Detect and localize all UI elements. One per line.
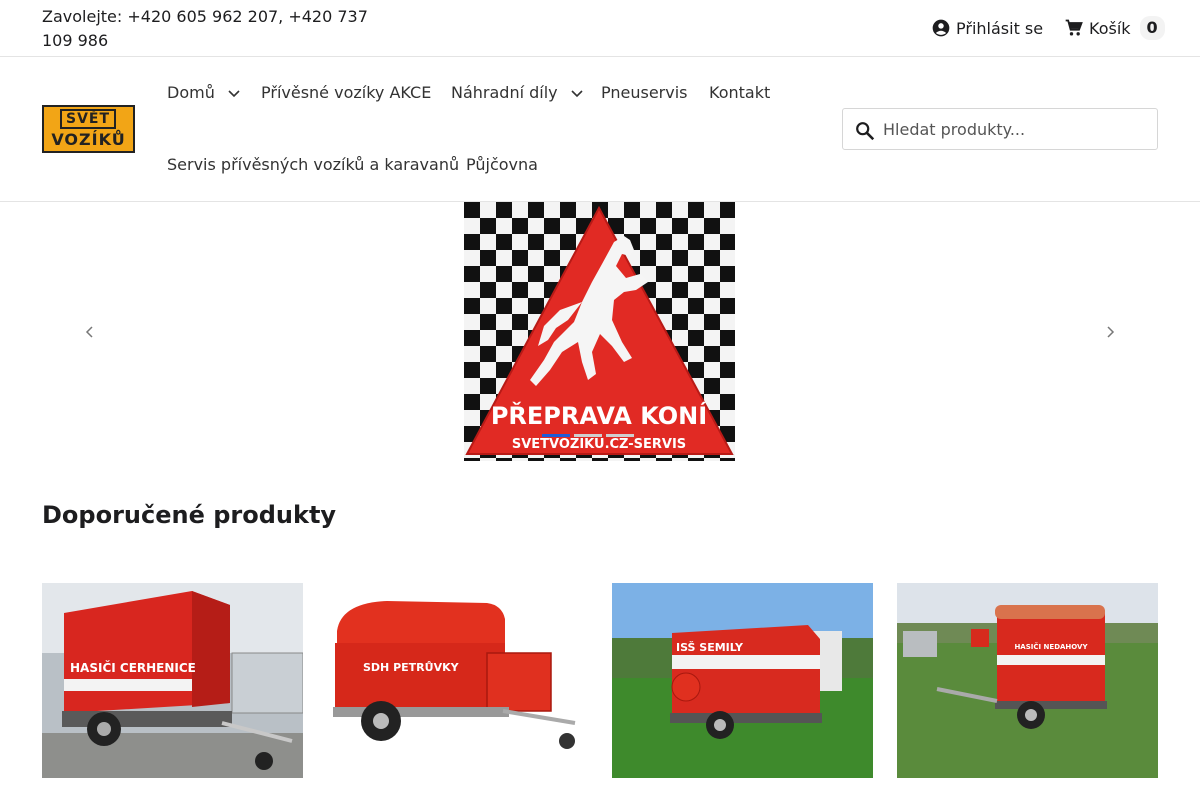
product-label: ISŠ SEMILY bbox=[676, 641, 744, 654]
product-image: HASIČI NEDAHOVY bbox=[897, 583, 1158, 778]
product-label: SDH PETRŮVKY bbox=[363, 661, 460, 674]
logo-line-1: SVĚT bbox=[60, 109, 116, 129]
slider-dot-3[interactable] bbox=[606, 434, 634, 437]
nav-rental[interactable]: Půjčovna bbox=[466, 153, 538, 177]
product-card-4[interactable]: HASIČI NEDAHOVY bbox=[897, 583, 1158, 778]
slider-dots bbox=[542, 434, 634, 437]
slide-title: PŘEPRAVA KONÍ bbox=[491, 401, 707, 430]
product-card-1[interactable]: HASIČI CERHENICE bbox=[42, 583, 303, 778]
chevron-left-icon[interactable] bbox=[82, 322, 98, 342]
chevron-down-icon bbox=[228, 90, 240, 98]
featured-products-heading: Doporučené produkty bbox=[42, 501, 337, 529]
slide-horse-sign-image: PŘEPRAVA KONÍ SVETVOZIKU.CZ-SERVIS bbox=[464, 202, 735, 461]
chevron-down-icon bbox=[571, 90, 583, 98]
chevron-right-icon[interactable] bbox=[1102, 322, 1118, 342]
nav-spare-parts[interactable]: Náhradní díly bbox=[451, 81, 584, 105]
product-image: HASIČI CERHENICE bbox=[42, 583, 303, 778]
nav-trailers-sale[interactable]: Přívěsné vozíky AKCE bbox=[261, 81, 431, 105]
cart-label: Košík bbox=[1089, 18, 1131, 38]
slide-subtitle: SVETVOZIKU.CZ-SERVIS bbox=[512, 437, 686, 452]
nav-tire-service[interactable]: Pneuservis bbox=[601, 81, 688, 105]
product-card-3[interactable]: ISŠ SEMILY bbox=[612, 583, 873, 778]
product-image: SDH PETRŮVKY bbox=[327, 583, 588, 778]
hero-slider: PŘEPRAVA KONÍ SVETVOZIKU.CZ-SERVIS bbox=[0, 202, 1200, 461]
phone-contact: Zavolejte: +420 605 962 207, +420 737 10… bbox=[42, 7, 368, 50]
nav-spare-parts-label: Náhradní díly bbox=[451, 83, 558, 102]
cart-link[interactable]: Košík 0 bbox=[1064, 16, 1165, 40]
top-bar: Zavolejte: +420 605 962 207, +420 737 10… bbox=[0, 0, 1200, 57]
login-link[interactable]: Přihlásit se bbox=[931, 16, 1043, 40]
logo-line-2: VOZÍKŮ bbox=[51, 130, 126, 149]
product-label: HASIČI CERHENICE bbox=[70, 660, 196, 675]
cart-icon bbox=[1065, 19, 1083, 36]
nav-service[interactable]: Servis přívěsných vozíků a karavanů bbox=[167, 153, 459, 177]
product-card-2[interactable]: SDH PETRŮVKY bbox=[327, 583, 588, 778]
product-label: HASIČI NEDAHOVY bbox=[1014, 642, 1088, 651]
search-box bbox=[842, 108, 1158, 150]
search-icon bbox=[856, 122, 875, 141]
slider-dot-1[interactable] bbox=[542, 434, 570, 437]
slider-dot-2[interactable] bbox=[574, 434, 602, 437]
slide-image[interactable]: PŘEPRAVA KONÍ SVETVOZIKU.CZ-SERVIS bbox=[464, 202, 735, 461]
nav-home[interactable]: Domů bbox=[167, 81, 241, 105]
site-logo[interactable]: SVĚT VOZÍKŮ bbox=[42, 105, 135, 153]
product-image: ISŠ SEMILY bbox=[612, 583, 873, 778]
site-header: SVĚT VOZÍKŮ Domů Přívěsné vozíky AKCE Ná… bbox=[0, 57, 1200, 202]
cart-count-badge: 0 bbox=[1139, 16, 1165, 40]
search-input[interactable] bbox=[883, 114, 1151, 144]
account-circle-icon bbox=[932, 19, 950, 37]
nav-home-label: Domů bbox=[167, 83, 215, 102]
login-label: Přihlásit se bbox=[956, 18, 1044, 38]
nav-contact[interactable]: Kontakt bbox=[709, 81, 770, 105]
